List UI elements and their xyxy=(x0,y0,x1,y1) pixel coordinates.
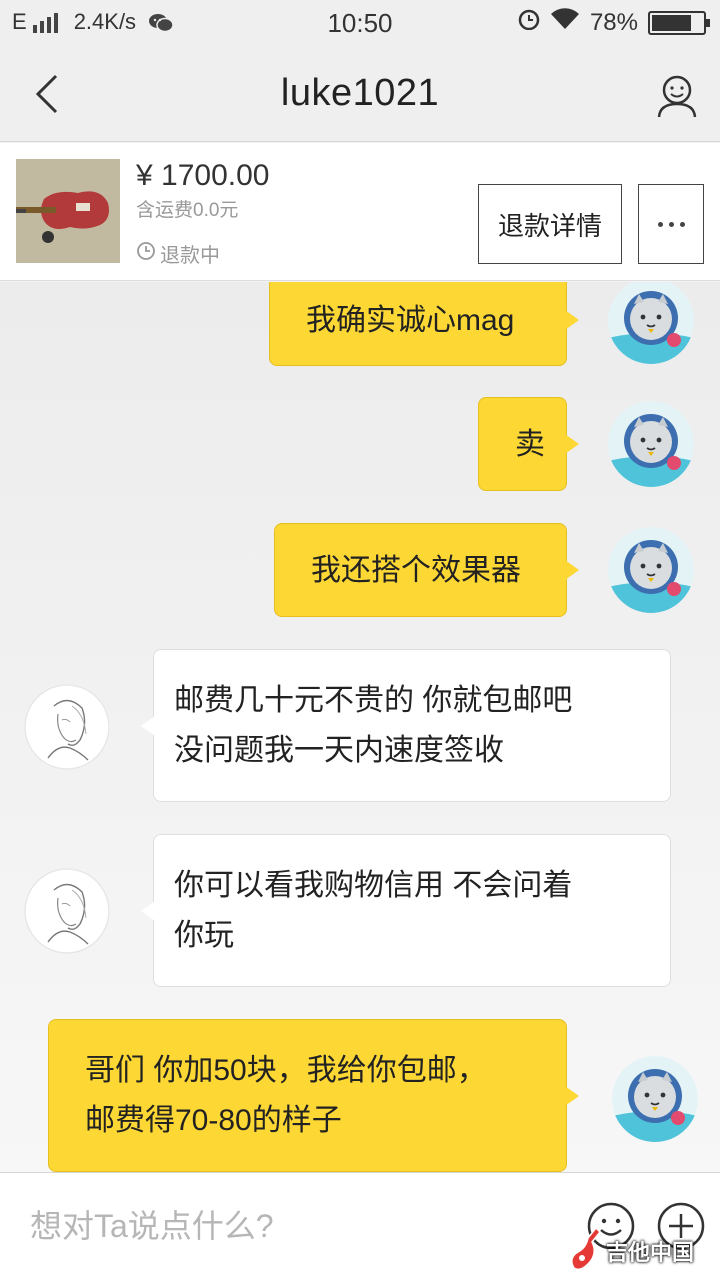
contact-avatar[interactable] xyxy=(24,868,110,954)
page-title: luke1021 xyxy=(280,72,440,114)
my-avatar[interactable] xyxy=(608,282,694,364)
message-bubble-outgoing[interactable]: 哥们 你加50块，我给你包邮， 邮费得70-80的样子 xyxy=(48,1019,579,1172)
site-watermark: 吉他中国 xyxy=(566,1222,720,1280)
more-dot-icon xyxy=(668,221,674,227)
status-right: 78% xyxy=(518,8,710,37)
battery-icon xyxy=(648,10,710,35)
battery-percent: 78% xyxy=(589,8,638,36)
message-text: 邮费得70-80的样子 xyxy=(85,1104,342,1137)
message-bubble-outgoing[interactable]: 我确实诚心mag xyxy=(269,282,579,366)
message-text: 我还搭个效果器 xyxy=(311,554,521,587)
battery-level xyxy=(652,14,691,31)
message-text: 卖 xyxy=(515,428,545,461)
more-options-button[interactable] xyxy=(638,184,704,264)
chat-header: luke1021 xyxy=(0,46,720,142)
message-list[interactable]: 我确实诚心mag 卖 我还搭个效果器 邮费几十元不贵的 你就包邮吧 没问题我一天… xyxy=(0,282,720,1172)
message-text: 邮费几十元不贵的 你就包邮吧 xyxy=(174,684,573,717)
refund-details-button[interactable]: 退款详情 xyxy=(478,184,622,264)
message-text: 你玩 xyxy=(174,919,234,952)
contact-avatar[interactable] xyxy=(24,684,110,770)
shipping-fee: 含运费0.0元 xyxy=(136,200,239,221)
my-avatar[interactable] xyxy=(608,401,694,487)
message-bubble-outgoing[interactable]: 我还搭个效果器 xyxy=(274,523,579,617)
order-summary: ¥ 1700.00 含运费0.0元 退款中 退款详情 xyxy=(0,143,720,281)
my-avatar[interactable] xyxy=(608,527,694,613)
refund-status: 退款中 xyxy=(136,239,220,268)
guitar-logo-icon xyxy=(566,1224,606,1279)
user-profile-icon[interactable] xyxy=(656,74,698,118)
product-price: ¥ 1700.00 xyxy=(136,159,270,192)
message-bubble-incoming[interactable]: 你可以看我购物信用 不会问着 你玩 xyxy=(141,834,671,987)
more-dot-icon xyxy=(679,221,685,227)
refund-status-label: 退款中 xyxy=(160,245,220,267)
alarm-icon xyxy=(518,8,540,37)
my-avatar[interactable] xyxy=(612,1056,698,1142)
message-bubble-outgoing[interactable]: 卖 xyxy=(478,397,579,491)
status-bar: E 2.4K/s 10:50 78% xyxy=(0,0,720,46)
message-input[interactable] xyxy=(30,1203,550,1249)
message-bubble-incoming[interactable]: 邮费几十元不贵的 你就包邮吧 没问题我一天内速度签收 xyxy=(141,649,671,802)
message-text: 我确实诚心mag xyxy=(306,304,515,337)
product-thumbnail[interactable] xyxy=(16,159,120,263)
clock-icon xyxy=(136,241,156,267)
more-dot-icon xyxy=(657,221,663,227)
watermark-text: 吉他中国 xyxy=(606,1241,695,1266)
message-text: 哥们 你加50块，我给你包邮， xyxy=(85,1054,487,1087)
message-text: 你可以看我购物信用 不会问着 xyxy=(174,869,573,902)
message-text: 没问题我一天内速度签收 xyxy=(174,734,504,767)
wifi-icon xyxy=(550,8,580,37)
